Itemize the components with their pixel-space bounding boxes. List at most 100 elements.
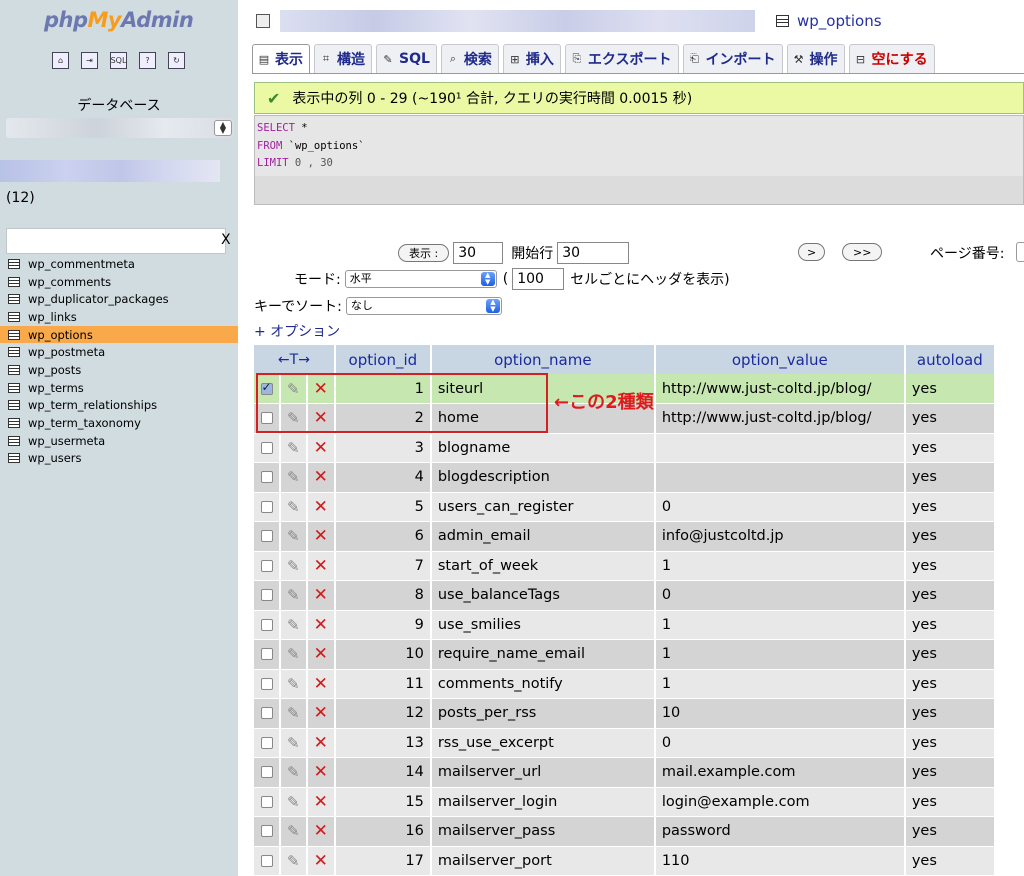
row-checkbox[interactable] — [260, 825, 273, 838]
row-checkbox[interactable] — [260, 380, 273, 395]
delete-x-icon[interactable]: ✕ — [314, 851, 328, 871]
cell-option-name[interactable]: blogname — [430, 433, 656, 463]
cell-option-value[interactable]: 110 — [654, 846, 906, 876]
tab-insert[interactable]: ⊞ 挿入 — [502, 44, 561, 73]
page-number-select[interactable] — [1016, 242, 1024, 262]
cell-autoload[interactable]: yes — [904, 757, 996, 788]
cell-option-value[interactable]: 10 — [654, 698, 906, 729]
table-icon[interactable] — [8, 329, 20, 340]
tab-search[interactable]: ⌕ 検索 — [440, 44, 499, 73]
cell-autoload[interactable]: yes — [904, 639, 996, 670]
cell-autoload[interactable]: yes — [904, 787, 996, 817]
table-icon[interactable] — [8, 258, 20, 269]
cell-autoload[interactable]: yes — [904, 610, 996, 640]
cell-option-value[interactable]: info@justcoltd.jp — [654, 521, 906, 552]
table-icon[interactable] — [8, 418, 20, 429]
repeat-headers-input[interactable]: 100 — [512, 268, 565, 290]
sidebar-table-wp-commentmeta[interactable]: wp_commentmeta — [0, 255, 238, 273]
cell-option-id[interactable]: 5 — [334, 492, 432, 522]
cell-option-value[interactable]: 0 — [654, 728, 906, 758]
edit-pencil-icon[interactable]: ✎ — [287, 675, 300, 693]
cell-option-value[interactable]: http://www.just-coltd.jp/blog/ — [654, 374, 906, 404]
cell-option-value[interactable]: http://www.just-coltd.jp/blog/ — [654, 403, 906, 434]
delete-x-icon[interactable]: ✕ — [314, 585, 328, 605]
header-option-value[interactable]: option_value — [654, 345, 906, 374]
sidebar-table-label[interactable]: wp_duplicator_packages — [28, 292, 169, 306]
table-icon[interactable] — [8, 276, 20, 287]
edit-pencil-icon[interactable]: ✎ — [287, 380, 300, 398]
cell-autoload[interactable]: yes — [904, 816, 996, 847]
delete-x-icon[interactable]: ✕ — [314, 438, 328, 458]
row-checkbox[interactable] — [260, 530, 273, 543]
row-checkbox[interactable] — [260, 648, 273, 661]
edit-pencil-icon[interactable]: ✎ — [287, 586, 300, 604]
cell-option-value[interactable] — [654, 433, 906, 463]
sidebar-table-label[interactable]: wp_options — [28, 328, 93, 342]
database-name-blurred[interactable] — [0, 160, 220, 182]
docs-icon[interactable]: ? — [139, 52, 156, 69]
cell-autoload[interactable]: yes — [904, 492, 996, 522]
cell-autoload[interactable]: yes — [904, 433, 996, 463]
cell-option-name[interactable]: start_of_week — [430, 551, 656, 581]
cell-option-name[interactable]: mailserver_url — [430, 757, 656, 788]
table-icon[interactable] — [8, 400, 20, 411]
cell-option-id[interactable]: 11 — [334, 669, 432, 699]
row-checkbox[interactable] — [260, 766, 273, 779]
row-checkbox[interactable] — [260, 618, 273, 631]
cell-autoload[interactable]: yes — [904, 698, 996, 729]
home-icon[interactable]: ⌂ — [52, 52, 69, 69]
table-icon[interactable] — [8, 347, 20, 358]
cell-option-name[interactable]: mailserver_pass — [430, 816, 656, 847]
delete-x-icon[interactable]: ✕ — [314, 615, 328, 635]
edit-pencil-icon[interactable]: ✎ — [287, 439, 300, 457]
delete-x-icon[interactable]: ✕ — [314, 526, 328, 546]
cell-option-value[interactable]: 0 — [654, 492, 906, 522]
row-checkbox[interactable] — [260, 589, 273, 602]
sidebar-table-label[interactable]: wp_terms — [28, 381, 84, 395]
edit-pencil-icon[interactable]: ✎ — [287, 468, 300, 486]
row-checkbox[interactable] — [260, 736, 273, 749]
sidebar-table-label[interactable]: wp_comments — [28, 275, 111, 289]
edit-pencil-icon[interactable]: ✎ — [287, 852, 300, 870]
cell-option-name[interactable]: comments_notify — [430, 669, 656, 699]
cell-option-id[interactable]: 13 — [334, 728, 432, 758]
mode-select[interactable]: 水平 ▲ ▼ — [344, 270, 497, 288]
delete-x-icon[interactable]: ✕ — [314, 703, 328, 723]
edit-pencil-icon[interactable]: ✎ — [287, 616, 300, 634]
sidebar-table-label[interactable]: wp_term_relationships — [28, 398, 157, 412]
cell-option-value[interactable]: login@example.com — [654, 787, 906, 817]
sidebar-table-wp-duplicator-packages[interactable]: wp_duplicator_packages — [0, 290, 238, 308]
phpmyadmin-logo[interactable]: phpMyAdmin — [44, 8, 204, 38]
edit-pencil-icon[interactable]: ✎ — [287, 763, 300, 781]
cell-autoload[interactable]: yes — [904, 374, 996, 404]
sidebar-table-wp-posts[interactable]: wp_posts — [0, 361, 238, 379]
row-checkbox[interactable] — [260, 471, 273, 484]
cell-option-name[interactable]: use_balanceTags — [430, 580, 656, 611]
sidebar-table-label[interactable]: wp_users — [28, 451, 82, 465]
breadcrumb-blurred[interactable] — [280, 10, 755, 32]
table-filter-input[interactable] — [6, 228, 226, 254]
delete-x-icon[interactable]: ✕ — [314, 467, 328, 487]
edit-pencil-icon[interactable]: ✎ — [287, 822, 300, 840]
tab-operations[interactable]: ⚒ 操作 — [786, 44, 845, 73]
tab-empty[interactable]: ⊟ 空にする — [848, 44, 935, 73]
delete-x-icon[interactable]: ✕ — [314, 733, 328, 753]
row-checkbox[interactable] — [260, 854, 273, 867]
row-checkbox[interactable] — [260, 412, 273, 425]
cell-option-id[interactable]: 6 — [334, 521, 432, 552]
cell-autoload[interactable]: yes — [904, 521, 996, 552]
edit-pencil-icon[interactable]: ✎ — [287, 734, 300, 752]
cell-option-name[interactable]: posts_per_rss — [430, 698, 656, 729]
sidebar-table-label[interactable]: wp_usermeta — [28, 434, 105, 448]
sidebar-table-wp-postmeta[interactable]: wp_postmeta — [0, 343, 238, 361]
delete-x-icon[interactable]: ✕ — [314, 379, 328, 399]
cell-option-id[interactable]: 4 — [334, 462, 432, 493]
table-icon[interactable] — [8, 382, 20, 393]
cell-option-name[interactable]: admin_email — [430, 521, 656, 552]
tab-structure[interactable]: ⌗ 構造 — [314, 44, 372, 73]
cell-autoload[interactable]: yes — [904, 403, 996, 434]
cell-option-value[interactable]: 1 — [654, 669, 906, 699]
sort-select[interactable]: なし ▲ ▼ — [345, 297, 502, 315]
row-checkbox[interactable] — [260, 707, 273, 720]
delete-x-icon[interactable]: ✕ — [314, 762, 328, 782]
